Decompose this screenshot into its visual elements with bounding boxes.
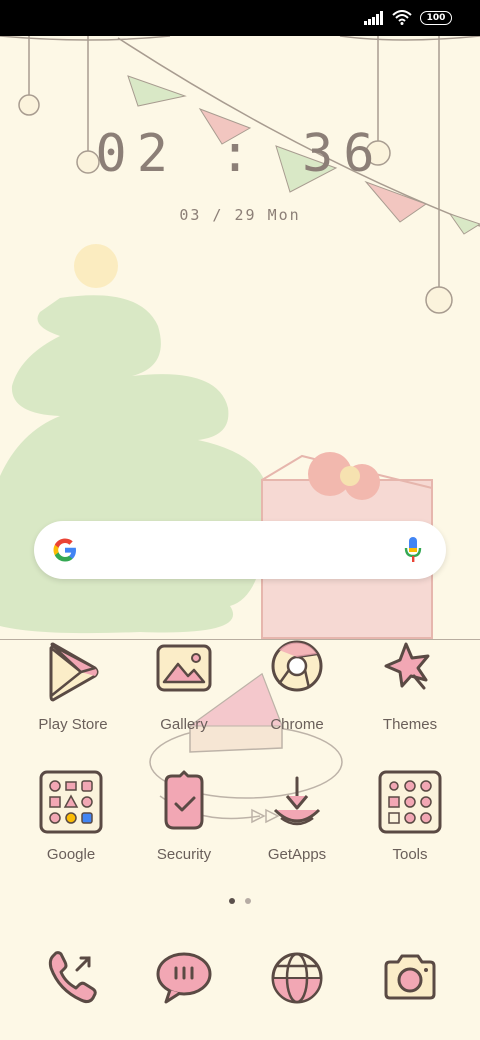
app-label: Tools: [392, 846, 428, 863]
browser-icon[interactable]: [265, 946, 329, 1010]
app-chrome[interactable]: Chrome: [241, 640, 353, 733]
app-tools-folder[interactable]: Tools: [354, 770, 466, 863]
page-dot-2[interactable]: [245, 898, 251, 904]
app-label: Themes: [382, 716, 438, 733]
app-play-store[interactable]: Play Store: [17, 640, 129, 733]
app-label: Security: [156, 846, 212, 863]
gallery-icon: [156, 644, 212, 692]
page-indicator: [0, 898, 480, 904]
app-label: Chrome: [270, 716, 324, 733]
app-themes[interactable]: Themes: [354, 640, 466, 733]
app-getapps[interactable]: GetApps: [241, 770, 353, 863]
app-label: GetApps: [267, 846, 327, 863]
app-label: Play Store: [38, 716, 108, 733]
microphone-icon[interactable]: [404, 536, 422, 564]
phone-icon[interactable]: [41, 946, 105, 1010]
app-label: Google: [46, 846, 96, 863]
app-gallery[interactable]: Gallery: [128, 640, 240, 733]
chrome-icon: [271, 640, 323, 692]
app-label: Gallery: [160, 716, 208, 733]
google-g-icon: [53, 538, 76, 562]
tools-folder-icon: [378, 770, 442, 834]
signal-icon: [364, 10, 383, 25]
app-security[interactable]: Security: [128, 770, 240, 863]
google-search-bar[interactable]: [34, 521, 446, 579]
status-bar: 100: [0, 0, 480, 36]
messages-icon[interactable]: [152, 946, 216, 1010]
themes-icon: [384, 642, 430, 690]
clock-time[interactable]: 02 : 36: [0, 124, 480, 184]
wifi-icon: [392, 10, 412, 25]
app-google-folder[interactable]: Google: [15, 770, 127, 863]
play-store-icon: [49, 642, 99, 702]
page-dot-1[interactable]: [229, 898, 235, 904]
security-icon: [164, 770, 204, 830]
clock-date[interactable]: 03 / 29 Mon: [0, 206, 480, 224]
battery-icon: 100: [420, 10, 452, 25]
google-folder-icon: [39, 770, 103, 834]
camera-icon[interactable]: [378, 946, 442, 1010]
getapps-icon: [273, 776, 321, 826]
